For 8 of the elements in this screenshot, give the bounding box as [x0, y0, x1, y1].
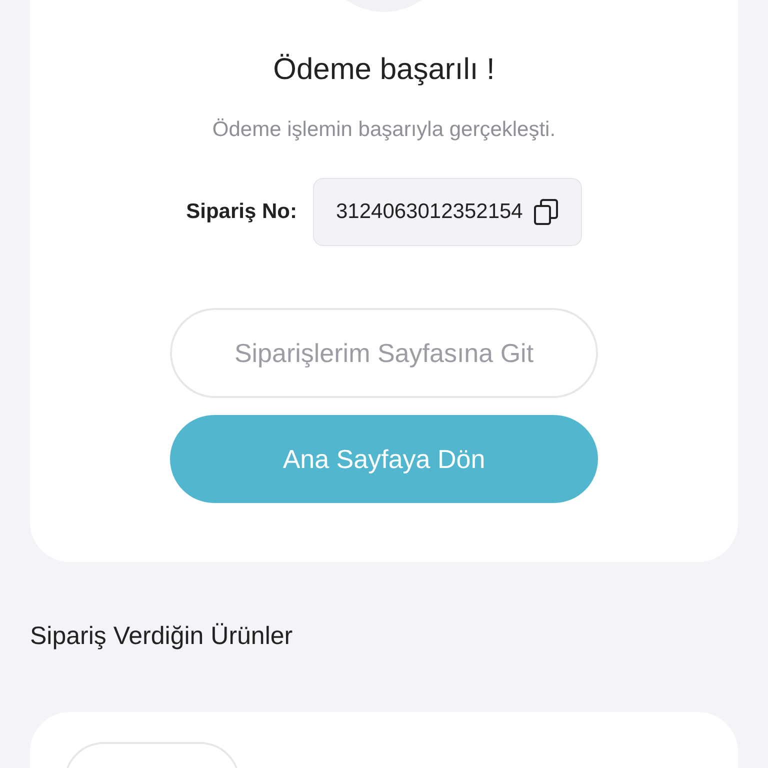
home-button[interactable]: Ana Sayfaya Dön [170, 415, 598, 503]
success-title: Ödeme başarılı ! [273, 52, 495, 88]
order-number: 3124063012352154 [336, 199, 523, 226]
section-title: Sipariş Verdiğin Ürünler [30, 621, 294, 652]
orders-button[interactable]: Siparişlerim Sayfasına Git [170, 308, 598, 398]
copy-icon[interactable] [532, 198, 559, 226]
success-message: Ödeme işlemin başarıyla gerçekleşti. [212, 117, 556, 143]
order-label: Sipariş No: [186, 199, 297, 226]
